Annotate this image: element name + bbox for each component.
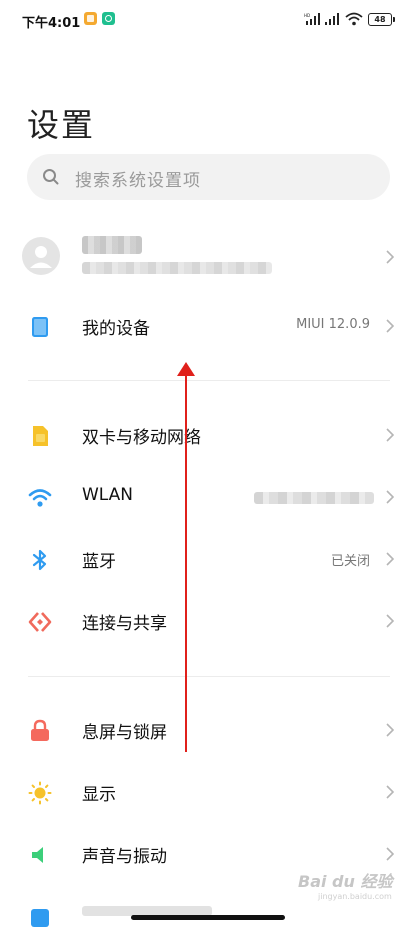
chevron-right-icon: [386, 490, 394, 504]
section-divider: [28, 676, 390, 677]
settings-row-label: 声音与振动: [82, 847, 167, 867]
status-bar: 下午4:01 HD 48: [0, 0, 416, 40]
account-name-redacted: [82, 236, 142, 254]
sun-icon: [28, 781, 52, 805]
settings-row-label: 蓝牙: [82, 552, 116, 572]
home-indicator[interactable]: [131, 915, 285, 920]
settings-row-label: 我的设备: [82, 319, 150, 339]
wifi-status-icon: [345, 12, 363, 26]
settings-row-label: WLAN: [82, 485, 134, 505]
share-connect-icon: [28, 612, 52, 632]
status-time: 下午4:01: [22, 16, 81, 31]
avatar-icon: [22, 237, 60, 275]
settings-row-label: 双卡与移动网络: [82, 428, 201, 448]
svg-text:HD: HD: [304, 13, 310, 18]
page-title: 设置: [27, 106, 96, 144]
lock-icon: [31, 719, 49, 741]
phone-device-icon: [32, 317, 48, 337]
settings-row-label: 息屏与锁屏: [82, 723, 167, 743]
hd-signal-icon: HD: [304, 13, 320, 25]
chevron-right-icon: [386, 552, 394, 566]
settings-row-bluetooth[interactable]: 蓝牙 已关闭: [0, 530, 416, 590]
annotation-arrow-head: [177, 362, 195, 376]
bluetooth-icon: [32, 549, 47, 571]
chevron-right-icon: [386, 428, 394, 442]
section-divider: [28, 380, 390, 381]
speaker-icon: [32, 847, 43, 863]
settings-row-value: 已关闭: [330, 554, 370, 569]
settings-row-sim[interactable]: 双卡与移动网络: [0, 406, 416, 466]
watermark-sub: jingyan.baidu.com: [318, 892, 392, 901]
signal-icon: [325, 13, 339, 25]
account-id-redacted: [82, 262, 272, 274]
settings-row-display[interactable]: 显示: [0, 763, 416, 823]
notification-app-orange-icon: [84, 12, 97, 25]
sim-card-icon: [33, 426, 48, 446]
wifi-network-redacted: [254, 492, 374, 504]
settings-row-value: MIUI 12.0.9: [296, 317, 370, 332]
notification-icon: [31, 909, 49, 927]
chevron-right-icon: [386, 847, 394, 861]
search-placeholder: 搜索系统设置项: [75, 171, 201, 191]
wifi-icon: [28, 489, 52, 507]
account-row[interactable]: [0, 226, 416, 288]
settings-row-label: 连接与共享: [82, 614, 167, 634]
chevron-right-icon: [386, 614, 394, 628]
settings-row-wlan[interactable]: WLAN: [0, 468, 416, 528]
notification-app-green-icon: [102, 12, 115, 25]
annotation-arrow-line: [185, 372, 187, 752]
chevron-right-icon: [386, 785, 394, 799]
chevron-right-icon: [386, 319, 394, 333]
watermark: Bai du 经验: [298, 872, 393, 891]
chevron-right-icon: [386, 723, 394, 737]
settings-row-my-device[interactable]: 我的设备 MIUI 12.0.9: [0, 297, 416, 357]
search-icon: [43, 169, 59, 185]
settings-row-lock-screen[interactable]: 息屏与锁屏: [0, 701, 416, 761]
search-input[interactable]: 搜索系统设置项: [27, 154, 390, 200]
settings-row-partial[interactable]: [0, 900, 416, 927]
chevron-right-icon: [386, 250, 394, 264]
settings-row-label: 显示: [82, 785, 116, 805]
battery-icon: 48: [368, 13, 395, 26]
settings-row-share[interactable]: 连接与共享: [0, 592, 416, 652]
